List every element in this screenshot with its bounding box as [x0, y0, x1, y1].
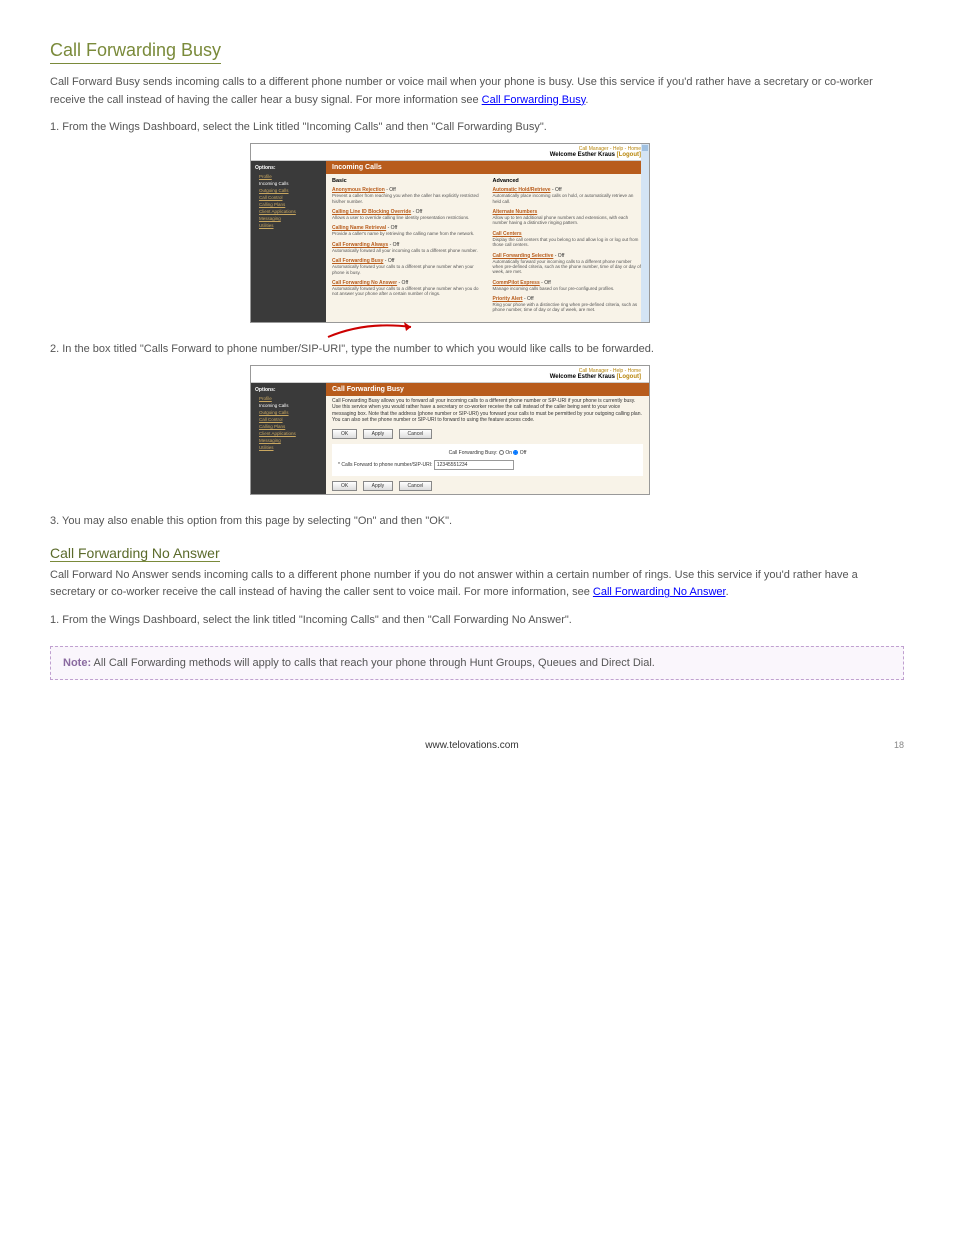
welcome-text-2: Welcome Esther Kraus: [550, 374, 615, 380]
sidebar2-plans[interactable]: Calling Plans: [255, 423, 322, 430]
sidebar-item-incoming[interactable]: Incoming Calls: [255, 180, 322, 187]
logout-link[interactable]: [Logout]: [617, 152, 641, 158]
feat-cc[interactable]: Call Centers: [493, 231, 522, 237]
sidebar-header: Options:: [255, 165, 322, 171]
sidebar-2: Options: Profile Incoming Calls Outgoing…: [251, 383, 326, 494]
sidebar-item-callcontrol[interactable]: Call Control: [255, 194, 322, 201]
cfb-input[interactable]: 12345551234: [434, 460, 514, 470]
sidebar-item-utilities[interactable]: Utilities: [255, 222, 322, 229]
advanced-header: Advanced: [493, 178, 644, 184]
page-number: 18: [894, 740, 904, 750]
sidebar2-utilities[interactable]: Utilities: [255, 444, 322, 451]
footer-url: www.telovations.com: [425, 740, 518, 751]
cfna-intro: Call Forward No Answer sends incoming ca…: [50, 567, 904, 602]
intro-text: Call Forward Busy sends incoming calls t…: [50, 76, 873, 106]
ok-button-bottom[interactable]: OK: [332, 481, 357, 491]
sidebar-item-messaging[interactable]: Messaging: [255, 215, 322, 222]
section-heading-cfna: Call Forwarding No Answer: [50, 545, 904, 561]
sidebar-item-client[interactable]: Client Applications: [255, 208, 322, 215]
logout-link-2[interactable]: [Logout]: [617, 374, 641, 380]
cfb-input-label: * Calls Forward to phone number/SIP-URI:: [338, 462, 432, 468]
sidebar2-callcontrol[interactable]: Call Control: [255, 416, 322, 423]
step-2: 2. In the box titled "Calls Forward to p…: [50, 343, 904, 355]
sidebar2-messaging[interactable]: Messaging: [255, 437, 322, 444]
sidebar2-profile[interactable]: Profile: [255, 395, 322, 402]
cancel-button-top[interactable]: Cancel: [399, 429, 433, 439]
intro-paragraph: Call Forward Busy sends incoming calls t…: [50, 74, 904, 109]
callout-arrow-icon: [326, 319, 416, 339]
sidebar: Options: Profile Incoming Calls Outgoing…: [251, 161, 326, 322]
cfb-radio-label: Call Forwarding Busy:: [449, 450, 498, 456]
cfna-link[interactable]: Call Forwarding No Answer: [593, 586, 726, 598]
sidebar2-client[interactable]: Client Applications: [255, 430, 322, 437]
cfb-description: Call Forwarding Busy allows you to forwa…: [326, 396, 649, 426]
sidebar-header-2: Options:: [255, 387, 322, 393]
sidebar2-incoming[interactable]: Incoming Calls: [255, 402, 322, 409]
step-3: 3. You may also enable this option from …: [50, 515, 904, 527]
page-footer: www.telovations.com 18: [50, 740, 904, 751]
sidebar-item-outgoing[interactable]: Outgoing Calls: [255, 187, 322, 194]
cfb-off-label: Off: [520, 450, 527, 456]
note-body: All Call Forwarding methods will apply t…: [91, 657, 655, 669]
ok-button-top[interactable]: OK: [332, 429, 357, 439]
note-header: Note:: [63, 657, 91, 669]
panel-title: Incoming Calls: [326, 161, 649, 174]
cfna-step-1: 1. From the Wings Dashboard, select the …: [50, 614, 904, 626]
sidebar-item-profile[interactable]: Profile: [255, 173, 322, 180]
note-box: Note: All Call Forwarding methods will a…: [50, 646, 904, 680]
sidebar-item-plans[interactable]: Calling Plans: [255, 201, 322, 208]
sidebar2-outgoing[interactable]: Outgoing Calls: [255, 409, 322, 416]
basic-header: Basic: [332, 178, 483, 184]
welcome-text: Welcome Esther Kraus: [550, 152, 615, 158]
cfb-on-label: On: [505, 450, 512, 456]
cfb-radio-off[interactable]: [513, 450, 518, 455]
feat-cfa[interactable]: Call Forwarding Always: [332, 242, 388, 248]
feat-cfs[interactable]: Call Forwarding Selective: [493, 253, 554, 259]
cfb-radio-on[interactable]: [499, 450, 504, 455]
apply-button-bottom[interactable]: Apply: [363, 481, 394, 491]
screenshot-cfb-settings: Call Manager - Help - Home Welcome Esthe…: [250, 365, 650, 495]
intro-link[interactable]: Call Forwarding Busy: [482, 94, 586, 106]
feat-commpilot[interactable]: CommPilot Express: [493, 280, 540, 286]
step-1: 1. From the Wings Dashboard, select the …: [50, 121, 904, 133]
section-heading-cfb: Call Forwarding Busy: [50, 40, 221, 64]
cancel-button-bottom[interactable]: Cancel: [399, 481, 433, 491]
screenshot-incoming-calls: Call Manager - Help - Home Welcome Esthe…: [250, 143, 650, 323]
intro-end: .: [585, 94, 588, 106]
cfb-title: Call Forwarding Busy: [326, 383, 649, 396]
scrollbar[interactable]: [641, 144, 649, 322]
apply-button-top[interactable]: Apply: [363, 429, 394, 439]
